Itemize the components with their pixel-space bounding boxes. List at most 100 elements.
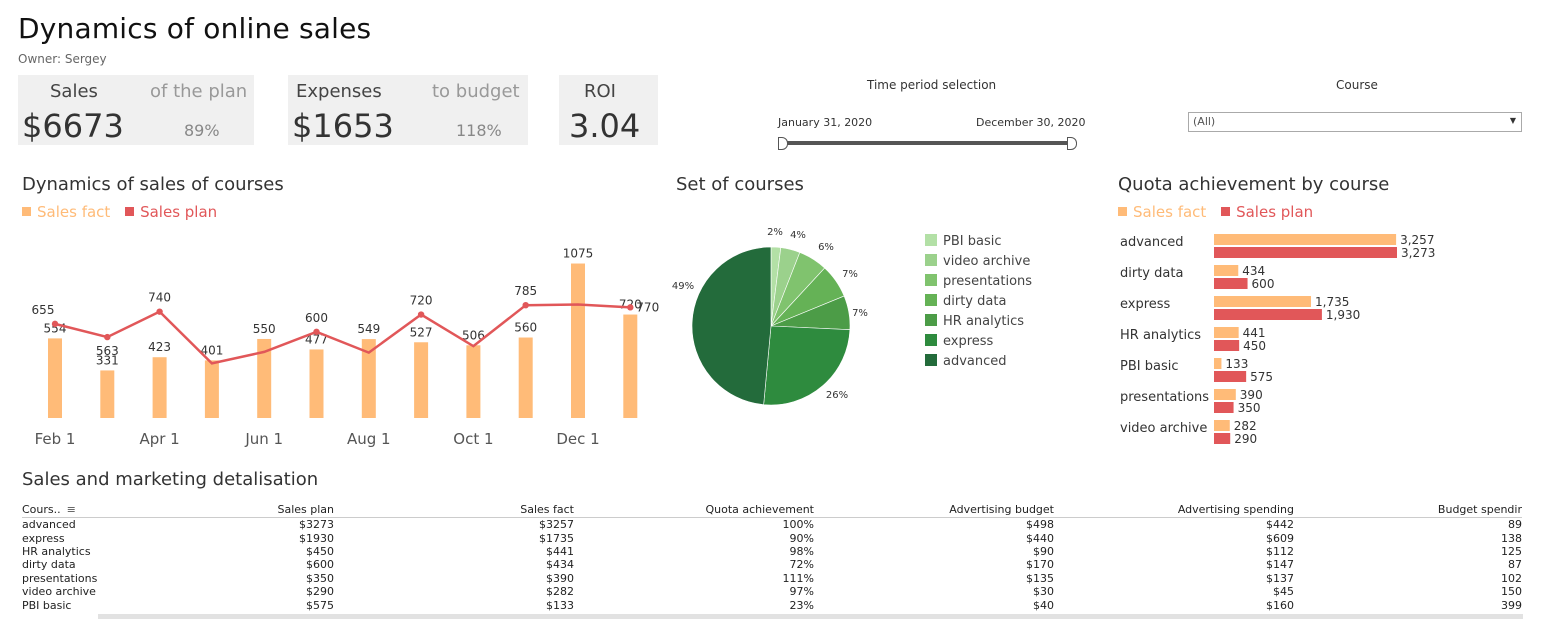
horizontal-scrollbar[interactable] <box>98 614 1523 619</box>
bar-sales-fact <box>152 357 167 418</box>
table-header-row: Cours.. ≡ Sales plan Sales fact Quota ach… <box>22 500 1522 518</box>
pie-value-label: 26% <box>826 390 848 401</box>
table-cell: 100% <box>782 518 814 532</box>
table-cell: express <box>22 531 65 545</box>
slider-end-handle[interactable] <box>1067 137 1077 150</box>
point-sales-plan <box>156 308 163 315</box>
table-row[interactable]: advanced $3273 $3257 100% $498 $442 89 <box>22 518 1522 532</box>
kpi-sales-sub: of the plan <box>150 81 248 102</box>
table-title: Sales and marketing detalisation <box>22 469 319 490</box>
bar-value-label: 282 <box>1234 419 1257 433</box>
kpi-roi-value: 3.04 <box>569 107 641 145</box>
table-row[interactable]: HR analytics $450 $441 98% $90 $112 125 <box>22 545 1522 558</box>
line-value-label: 770 <box>636 300 659 314</box>
end-date-label: December 30, 2020 <box>976 116 1086 129</box>
pie-legend: PBI basic video archive presentations dirty… <box>925 234 1032 374</box>
legend-swatch <box>925 234 937 246</box>
table-cell: $600 <box>306 558 334 572</box>
sort-icon[interactable]: ≡ <box>67 503 76 516</box>
table-cell: presentations <box>22 571 98 585</box>
bar-sales-plan <box>1214 278 1248 289</box>
table-row[interactable]: video archive $290 $282 97% $30 $45 150 <box>22 585 1522 598</box>
hbar-chart-title: Quota achievement by course <box>1118 174 1390 195</box>
bar-value-label: 434 <box>1242 264 1265 278</box>
courses-pie-chart[interactable]: 2% 4% 6% 7% 7% 26% 49% <box>660 215 900 420</box>
table-cell: $3273 <box>299 518 334 532</box>
bar-sales-plan <box>1214 402 1234 413</box>
bar-value-label: 527 <box>410 325 433 339</box>
table-row[interactable]: PBI basic $575 $133 23% $40 $160 399 <box>22 598 1522 612</box>
bar-sales-fact <box>518 337 533 418</box>
pie-legend-item[interactable]: dirty data <box>925 294 1032 314</box>
table-row[interactable]: presentations $350 $390 111% $135 $137 102 <box>22 572 1522 585</box>
column-header-sales-plan[interactable]: Sales plan <box>112 500 334 518</box>
column-header-ad-spending[interactable]: Advertising spending <box>1054 500 1294 518</box>
table-cell: $498 <box>1026 518 1054 532</box>
point-sales-plan <box>417 311 425 318</box>
bar-sales-fact <box>1214 327 1239 338</box>
column-header-budget-spending[interactable]: Budget spendir <box>1294 500 1522 518</box>
bar-value-label: 549 <box>357 322 380 336</box>
kpi-expenses-pct: 118% <box>456 121 502 140</box>
column-header-ad-budget[interactable]: Advertising budget <box>814 500 1054 518</box>
table-cell: video archive <box>22 585 96 599</box>
column-header-sales-fact[interactable]: Sales fact <box>334 500 574 518</box>
table-row[interactable]: dirty data $600 $434 72% $170 $147 87 <box>22 558 1522 571</box>
legend-item-sales-plan[interactable]: Sales plan <box>125 203 217 221</box>
pie-legend-item[interactable]: video archive <box>925 254 1032 274</box>
sales-dynamics-chart[interactable]: 5543314234015504775495275065601075720655… <box>0 228 670 454</box>
detail-table-container[interactable]: Cours.. ≡ Sales plan Sales fact Quota ach… <box>22 500 1522 613</box>
pie-legend-item[interactable]: PBI basic <box>925 234 1032 254</box>
table-row[interactable]: express $1930 $1735 90% $440 $609 138 <box>22 531 1522 545</box>
legend-label: HR analytics <box>943 314 1025 329</box>
legend-item-sales-fact[interactable]: Sales fact <box>22 203 110 221</box>
legend-label: PBI basic <box>943 234 1002 249</box>
bar-sales-fact <box>48 338 62 418</box>
table-cell: HR analytics <box>22 544 91 558</box>
x-tick-label: Apr 1 <box>139 430 179 448</box>
table-cell: $40 <box>1033 598 1054 612</box>
bar-value-label: 550 <box>253 322 276 336</box>
pie-value-label: 7% <box>842 269 858 280</box>
pie-legend-item[interactable]: presentations <box>925 274 1032 294</box>
line-value-label: 563 <box>96 344 119 358</box>
table-cell: $350 <box>306 571 334 585</box>
date-range-slider[interactable] <box>782 141 1074 145</box>
course-dropdown[interactable]: (All) ▼ <box>1188 112 1522 132</box>
legend-item-sales-fact[interactable]: Sales fact <box>1118 203 1206 221</box>
table-cell: $442 <box>1266 518 1294 532</box>
pie-legend-item[interactable]: express <box>925 334 1032 354</box>
bar-value-label: 600 <box>1252 277 1275 291</box>
table-cell: $434 <box>546 558 574 572</box>
point-sales-plan <box>104 333 111 341</box>
legend-label: dirty data <box>943 294 1007 309</box>
pie-legend-item[interactable]: advanced <box>925 354 1032 374</box>
bar-sales-fact <box>1214 296 1312 307</box>
category-label: advanced <box>1120 235 1184 250</box>
time-period-title: Time period selection <box>867 78 997 92</box>
pie-value-label: 7% <box>852 308 868 319</box>
table-cell: 102 <box>1501 571 1522 585</box>
legend-label: express <box>943 334 994 349</box>
bar-sales-fact <box>100 370 115 418</box>
bar-value-label: 290 <box>1234 432 1257 446</box>
column-header-course[interactable]: Cours.. ≡ <box>22 500 112 518</box>
pie-legend-item[interactable]: HR analytics <box>925 314 1032 334</box>
table-cell: 150 <box>1501 585 1522 599</box>
x-tick-label: Oct 1 <box>453 430 493 448</box>
bar-sales-plan <box>1214 371 1247 382</box>
bar-sales-fact <box>204 360 219 418</box>
slider-start-handle[interactable] <box>778 137 788 150</box>
bar-sales-fact <box>466 345 481 418</box>
quota-achievement-chart[interactable]: advanced 3,2573,273 dirty data 434600 expres… <box>1110 228 1530 453</box>
bar-sales-plan <box>1214 247 1397 258</box>
table-cell: $390 <box>546 571 574 585</box>
kpi-roi-label: ROI <box>584 81 616 102</box>
table-cell: dirty data <box>22 558 76 572</box>
bar-sales-fact <box>1214 358 1222 369</box>
legend-item-sales-plan[interactable]: Sales plan <box>1221 203 1313 221</box>
table-cell: $30 <box>1033 585 1054 599</box>
bar-value-label: 3,257 <box>1400 233 1434 247</box>
column-header-quota[interactable]: Quota achievement <box>574 500 814 518</box>
table-cell: 97% <box>789 585 814 599</box>
